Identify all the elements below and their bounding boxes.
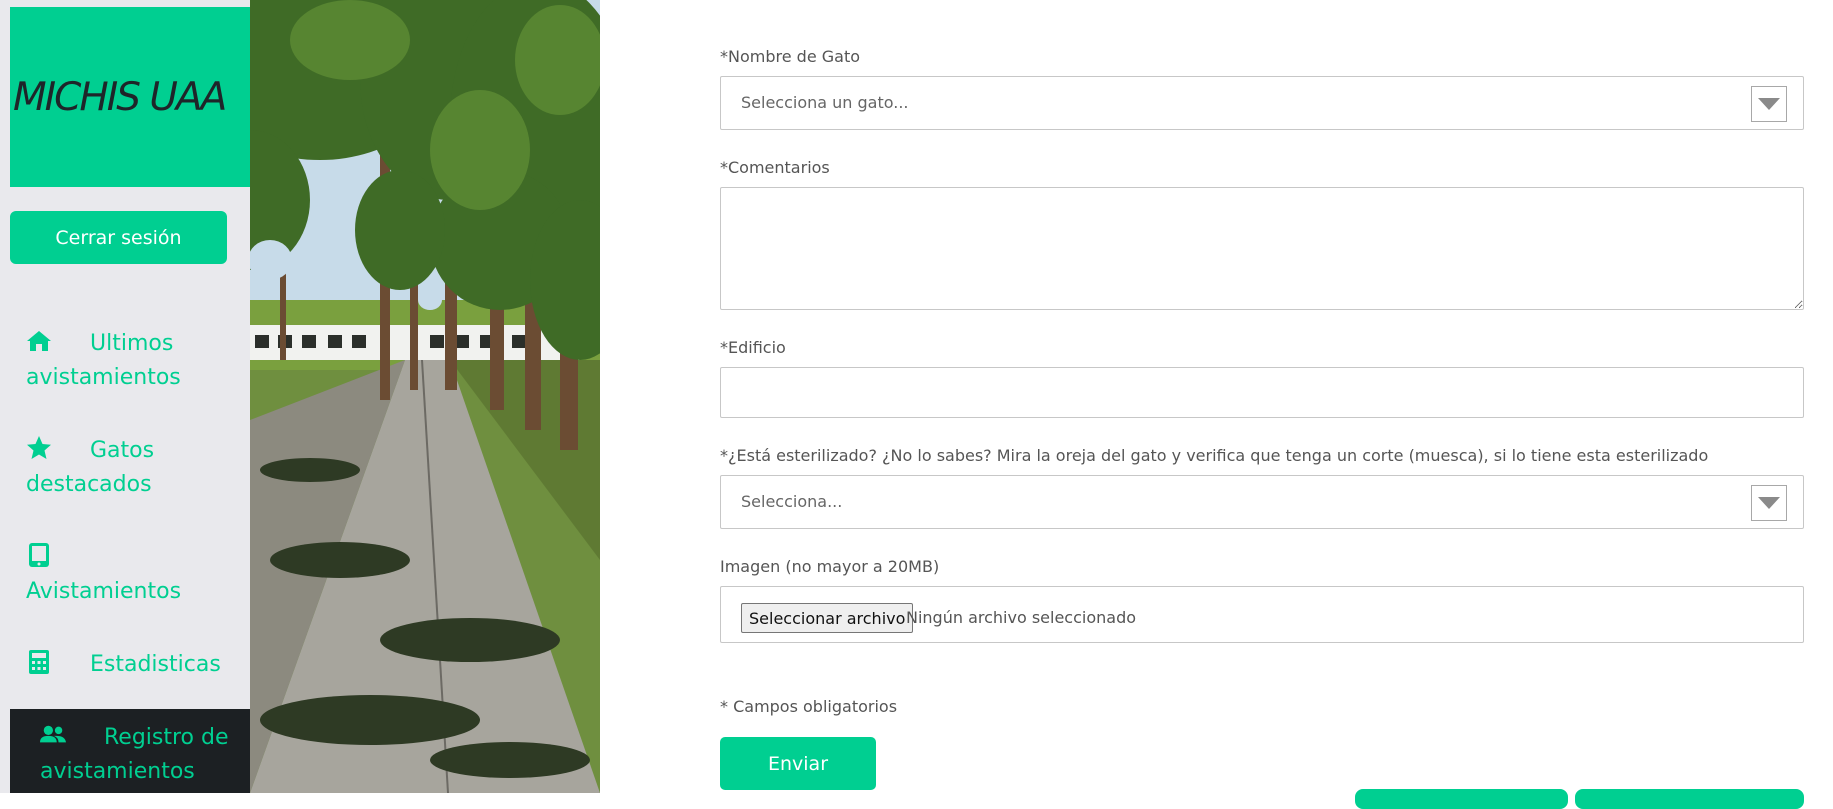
sidebar-item-ultimos-avistamientos[interactable]: Ultimos avistamientos	[26, 327, 236, 395]
sidebar-item-registro-active[interactable]: Registro de avistamientos	[10, 709, 250, 793]
submit-button[interactable]: Enviar	[720, 737, 876, 790]
sidebar-item-gatos-destacados[interactable]: Gatos destacados	[26, 434, 236, 502]
required-note: * Campos obligatorios	[720, 697, 898, 716]
star-icon	[26, 435, 52, 461]
sidebar-item-label: Estadisticas	[90, 652, 221, 677]
users-icon	[40, 722, 66, 748]
campus-photo	[250, 0, 600, 793]
comments-label: *Comentarios	[720, 158, 830, 177]
building-label: *Edificio	[720, 338, 786, 357]
file-status: Ningún archivo seleccionado	[906, 608, 1137, 627]
sterilized-select[interactable]: Selecciona...	[720, 475, 1804, 529]
image-label: Imagen (no mayor a 20MB)	[720, 557, 940, 576]
chevron-down-icon[interactable]	[1751, 86, 1787, 122]
logo-text: MICHIS UAA	[13, 74, 227, 120]
image-file-input: Seleccionar archivo Ningún archivo selec…	[720, 586, 1804, 643]
sidebar: MICHIS UAA Cerrar sesión Ultimos avistam…	[0, 0, 250, 793]
logo: MICHIS UAA	[10, 7, 250, 187]
sidebar-item-avistamientos[interactable]: Avistamientos	[26, 541, 236, 609]
sterilized-label: *¿Está esterilizado? ¿No lo sabes? Mira …	[720, 446, 1709, 465]
building-input[interactable]	[720, 367, 1804, 418]
chevron-down-icon[interactable]	[1751, 485, 1787, 521]
comments-textarea[interactable]	[720, 187, 1804, 310]
home-icon	[26, 328, 52, 354]
sidebar-item-estadisticas[interactable]: Estadisticas	[26, 648, 236, 682]
calculator-icon	[26, 649, 52, 675]
sterilized-select-value: Selecciona...	[741, 492, 843, 511]
bottom-button-right[interactable]	[1575, 789, 1804, 809]
sidebar-item-label: Avistamientos	[26, 579, 182, 604]
cat-name-select-value: Selecciona un gato...	[741, 93, 909, 112]
sidebar-item-label: Registro de avistamientos	[40, 725, 229, 784]
bottom-button-left[interactable]	[1355, 789, 1568, 809]
select-file-button[interactable]: Seleccionar archivo	[741, 603, 914, 633]
logout-button[interactable]: Cerrar sesión	[10, 211, 227, 264]
cat-name-label: *Nombre de Gato	[720, 47, 861, 66]
cat-name-select[interactable]: Selecciona un gato...	[720, 76, 1804, 130]
tablet-icon	[26, 542, 52, 568]
sidebar-item-registro-de-avistamientos[interactable]: Registro de avistamientos	[40, 721, 250, 789]
